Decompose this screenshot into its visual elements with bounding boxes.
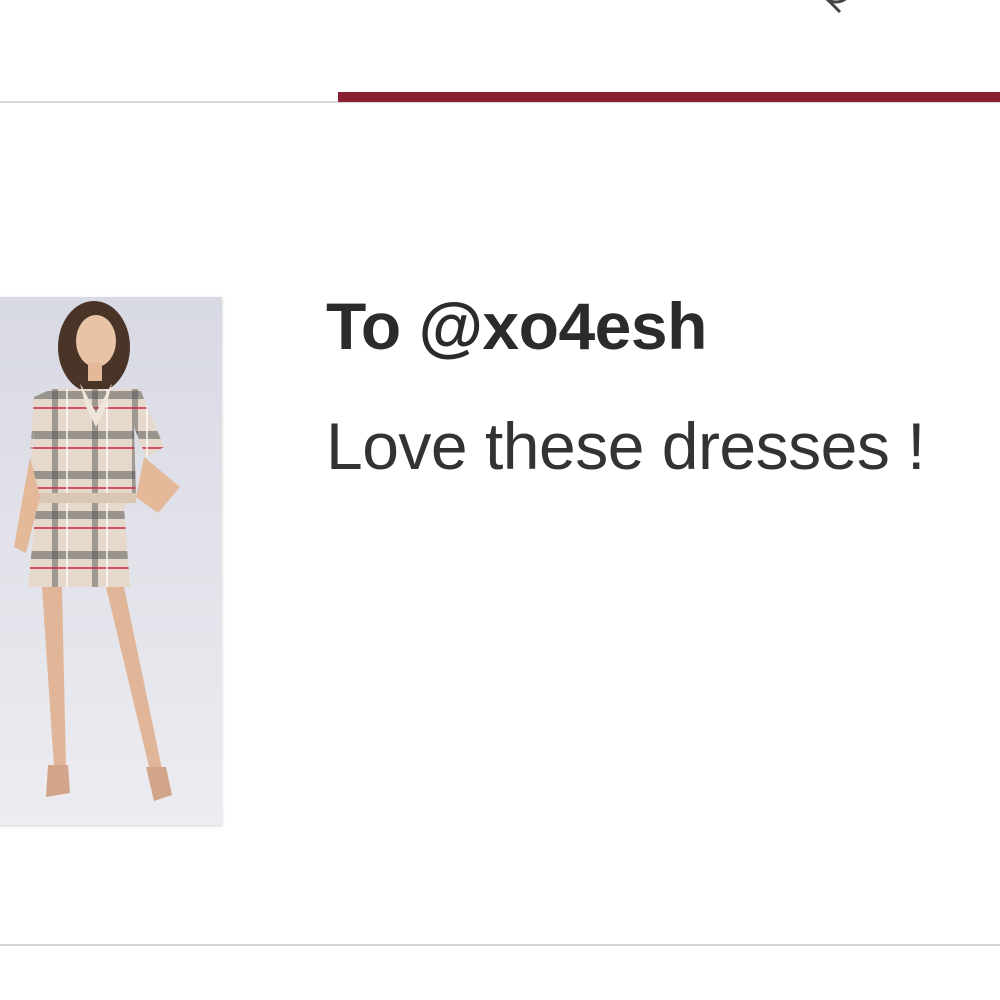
dress-photo-icon [0, 297, 222, 825]
gift-message-screen: To @xo4esh Love these dresses ! [0, 0, 1000, 1000]
search-icon[interactable] [820, 0, 864, 14]
message-text: Love these dresses ! [326, 409, 926, 483]
active-tab-indicator [338, 92, 1000, 102]
tab-bar [0, 0, 1000, 104]
message-card[interactable]: To @xo4esh Love these dresses ! [0, 104, 1000, 946]
recipient-title: To @xo4esh [326, 289, 707, 363]
product-image[interactable] [0, 297, 222, 825]
row-divider [0, 944, 1000, 946]
